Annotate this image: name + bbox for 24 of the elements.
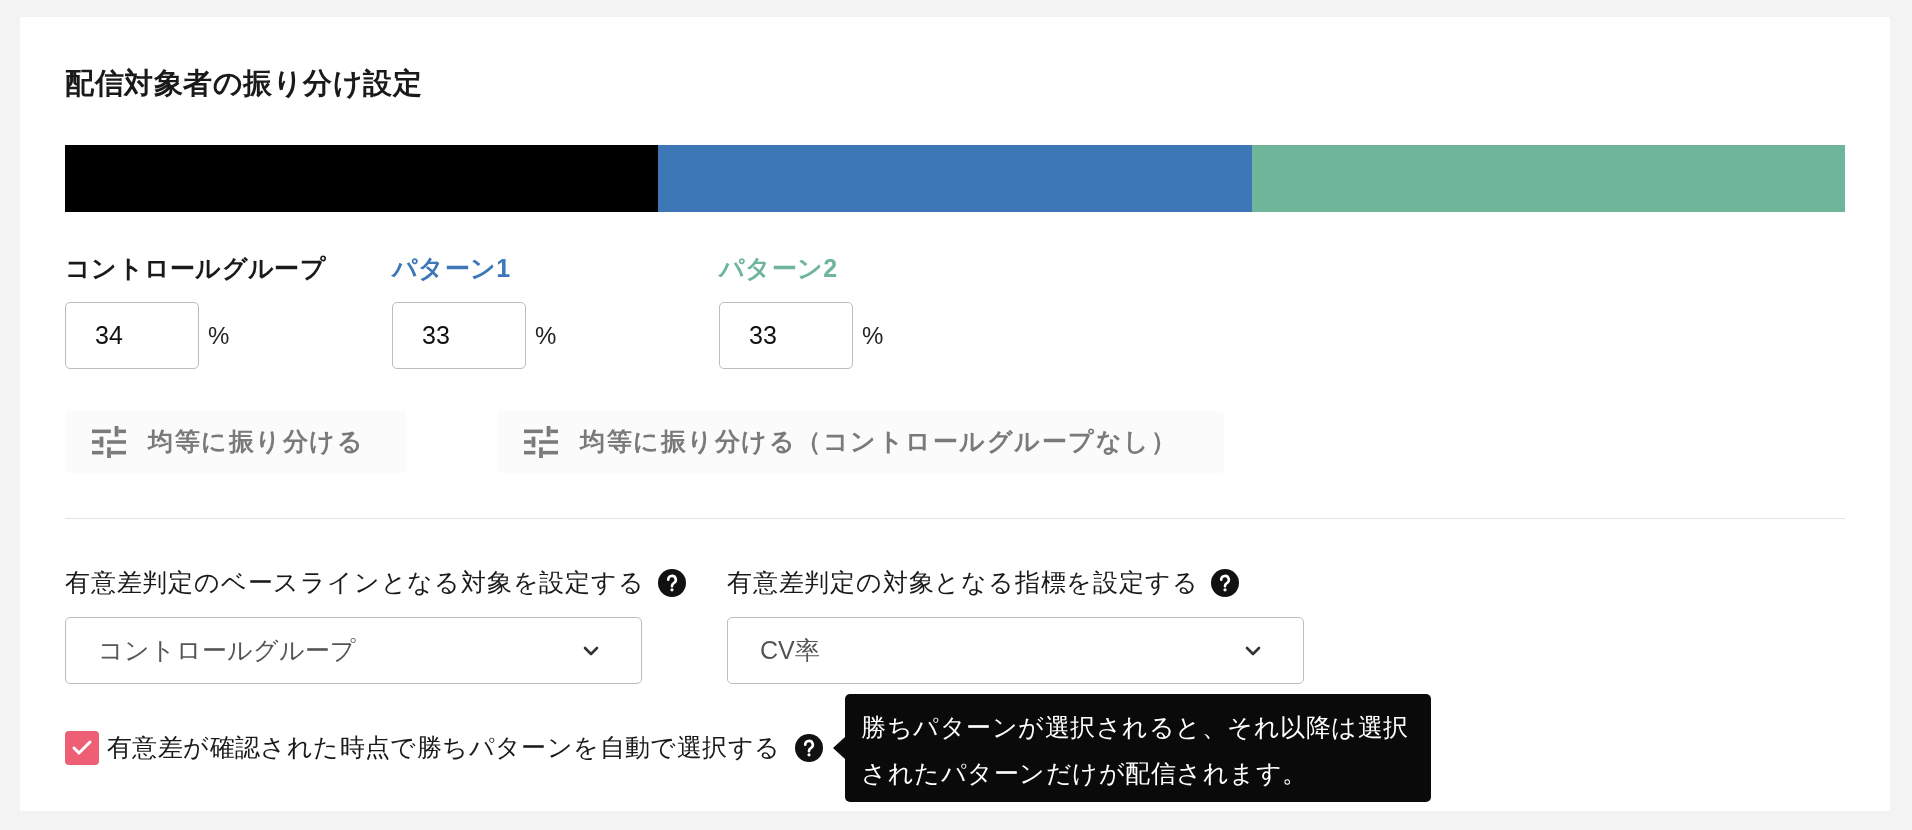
percent-input[interactable]: 33 xyxy=(719,302,853,369)
distribute-evenly-button[interactable]: 均等に振り分ける（コントロールグループなし） xyxy=(497,411,1224,473)
select-dropdown[interactable]: コントロールグループ xyxy=(65,617,642,684)
group-label: パターン1 xyxy=(392,253,511,284)
select-dropdown[interactable]: CV率 xyxy=(727,617,1304,684)
percent-input[interactable]: 33 xyxy=(392,302,526,369)
checkbox-label: 有意差が確認された時点で勝ちパターンを自動で選択する xyxy=(107,732,781,764)
percent-input[interactable]: 34 xyxy=(65,302,199,369)
percent-unit: % xyxy=(208,320,230,351)
distribute-evenly-button[interactable]: 均等に振り分ける xyxy=(65,411,406,473)
percent-unit: % xyxy=(535,320,557,351)
field-label: 有意差判定の対象となる指標を設定する xyxy=(727,567,1199,599)
group-label: パターン2 xyxy=(719,253,838,284)
help-icon[interactable] xyxy=(1211,569,1240,597)
tooltip-text: 勝ちパターンが選択されると、それ以降は選択されたパターンだけが配信されます。 xyxy=(861,712,1410,789)
sliders-icon xyxy=(92,426,126,458)
help-icon[interactable] xyxy=(657,569,686,597)
group-label: コントロールグループ xyxy=(65,253,326,284)
field-label: 有意差判定のベースラインとなる対象を設定する xyxy=(65,567,645,599)
checkbox[interactable] xyxy=(65,731,99,765)
section-title: 配信対象者の振り分け設定 xyxy=(65,66,422,101)
percent-unit: % xyxy=(862,320,884,351)
help-icon[interactable] xyxy=(795,734,824,762)
sliders-icon xyxy=(524,426,558,458)
